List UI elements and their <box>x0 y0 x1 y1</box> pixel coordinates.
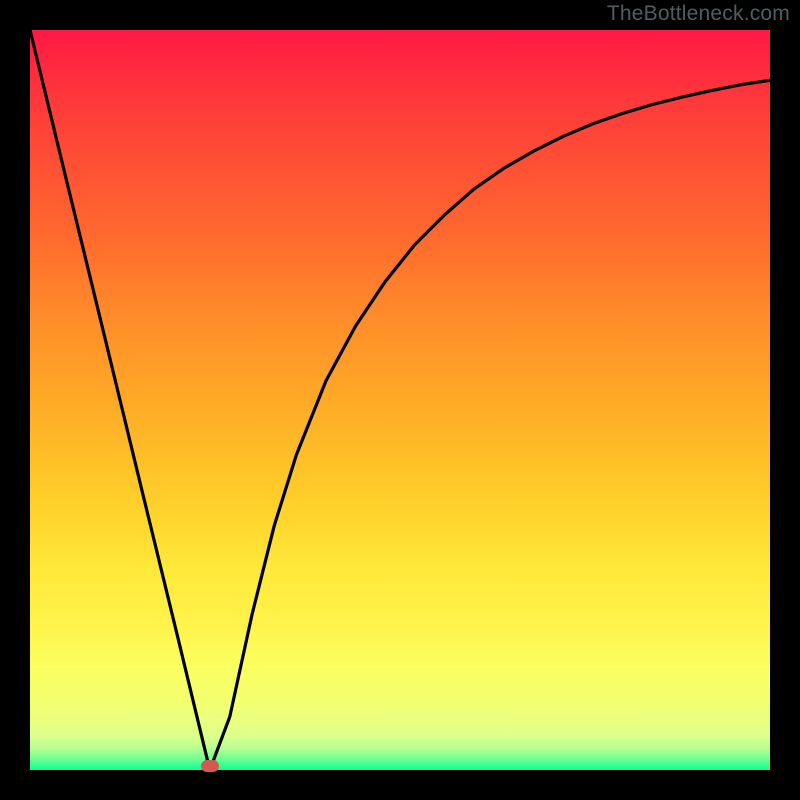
watermark-text: TheBottleneck.com <box>607 2 790 26</box>
curve-svg <box>30 30 770 770</box>
chart-frame: TheBottleneck.com <box>0 0 800 800</box>
plot-area <box>30 30 770 770</box>
minimum-marker <box>201 760 219 772</box>
bottleneck-curve <box>30 30 770 770</box>
